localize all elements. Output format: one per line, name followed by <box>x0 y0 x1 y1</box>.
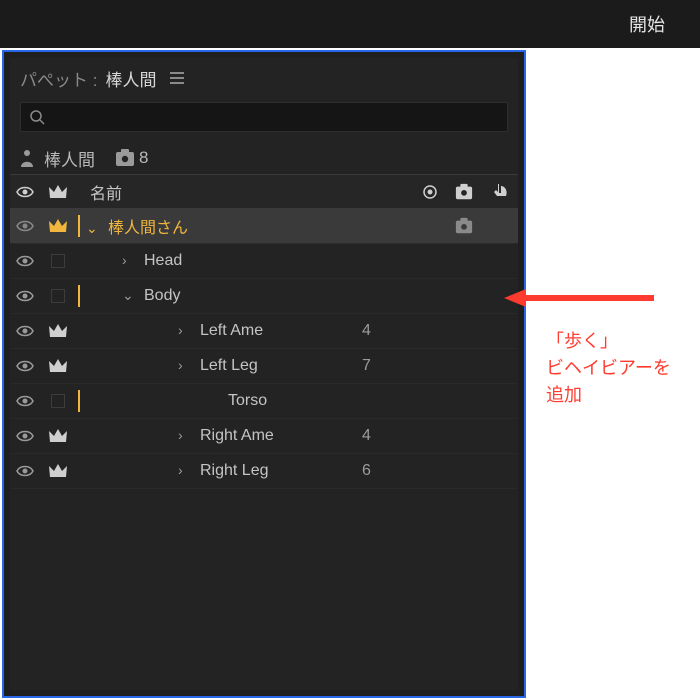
layer-row-root[interactable]: ⌄棒人間さん <box>10 209 518 244</box>
annotation-line3: 追加 <box>546 382 671 409</box>
layer-row-body[interactable]: ⌄Body <box>10 279 518 314</box>
column-header-row: 名前 <box>10 174 518 209</box>
annotation-arrow <box>504 287 654 309</box>
search-icon <box>29 109 45 125</box>
layer-name[interactable]: ›Head <box>82 252 362 270</box>
behavior-icon <box>115 149 135 167</box>
crown-icon[interactable] <box>40 358 76 374</box>
layer-row-rleg[interactable]: ›Right Leg6 <box>10 454 518 489</box>
crown-icon[interactable] <box>40 218 76 234</box>
crown-icon[interactable] <box>40 428 76 444</box>
behavior-button[interactable] <box>446 217 482 235</box>
visibility-toggle[interactable] <box>10 394 40 408</box>
layer-name[interactable]: ›Right Leg <box>82 462 362 480</box>
crown-icon[interactable] <box>40 289 76 303</box>
layer-row-lleg[interactable]: ›Left Leg7 <box>10 349 518 384</box>
panel-header: パぺット : 棒人間 <box>10 58 518 98</box>
record-header-icon[interactable] <box>423 185 437 199</box>
layer-name[interactable]: ›Left Ame <box>82 322 362 340</box>
puppet-name[interactable]: 棒人間 <box>44 146 95 171</box>
search-input[interactable] <box>20 102 508 132</box>
layer-tree: ⌄棒人間さん›Head⌄Body›Left Ame4›Left Leg7Tors… <box>10 209 518 489</box>
layer-row-torso[interactable]: Torso <box>10 384 518 419</box>
layer-value: 7 <box>362 357 414 375</box>
layer-name[interactable]: Torso <box>82 392 362 410</box>
panel-title-name[interactable]: 棒人間 <box>105 66 156 91</box>
visibility-toggle[interactable] <box>10 324 40 338</box>
visibility-toggle[interactable] <box>10 359 40 373</box>
layer-row-larm[interactable]: ›Left Ame4 <box>10 314 518 349</box>
crown-icon[interactable] <box>40 394 76 408</box>
behavior-count: 8 <box>139 148 148 168</box>
person-icon <box>20 149 34 167</box>
puppet-summary: 棒人間 8 <box>10 142 518 174</box>
layer-value: 6 <box>362 462 414 480</box>
visibility-toggle[interactable] <box>10 289 40 303</box>
crown-header-icon <box>48 184 68 200</box>
visibility-toggle[interactable] <box>10 429 40 443</box>
layer-row-rarm[interactable]: ›Right Ame4 <box>10 419 518 454</box>
panel-area: パぺット : 棒人間 棒人間 8 <box>0 48 700 700</box>
layer-name[interactable]: ⌄棒人間さん <box>82 214 362 238</box>
visibility-toggle[interactable] <box>10 464 40 478</box>
annotation-line1: 「歩く」 <box>546 328 671 355</box>
app-topbar: 開始 <box>0 0 700 48</box>
visibility-toggle[interactable] <box>10 254 40 268</box>
trigger-header-icon[interactable] <box>490 182 510 202</box>
layer-row-head[interactable]: ›Head <box>10 244 518 279</box>
layer-name[interactable]: ›Right Ame <box>82 427 362 445</box>
search-field[interactable] <box>51 110 499 125</box>
layer-value: 4 <box>362 322 414 340</box>
behavior-header-icon[interactable] <box>455 183 473 201</box>
crown-icon[interactable] <box>40 463 76 479</box>
start-label[interactable]: 開始 <box>629 11 665 37</box>
layer-name[interactable]: ›Left Leg <box>82 357 362 375</box>
annotation-text: 「歩く」 ビヘイビアーを 追加 <box>546 328 671 409</box>
panel-menu-icon[interactable] <box>170 72 184 84</box>
panel-title-prefix: パぺット : <box>20 66 97 91</box>
layer-value: 4 <box>362 427 414 445</box>
crown-icon[interactable] <box>40 323 76 339</box>
name-column-header[interactable]: 名前 <box>82 180 362 204</box>
visibility-header-icon <box>16 185 34 199</box>
layer-name[interactable]: ⌄Body <box>82 287 362 305</box>
puppet-panel: パぺット : 棒人間 棒人間 8 <box>2 50 526 698</box>
visibility-toggle[interactable] <box>10 219 40 233</box>
annotation-line2: ビヘイビアーを <box>546 355 671 382</box>
crown-icon[interactable] <box>40 254 76 268</box>
